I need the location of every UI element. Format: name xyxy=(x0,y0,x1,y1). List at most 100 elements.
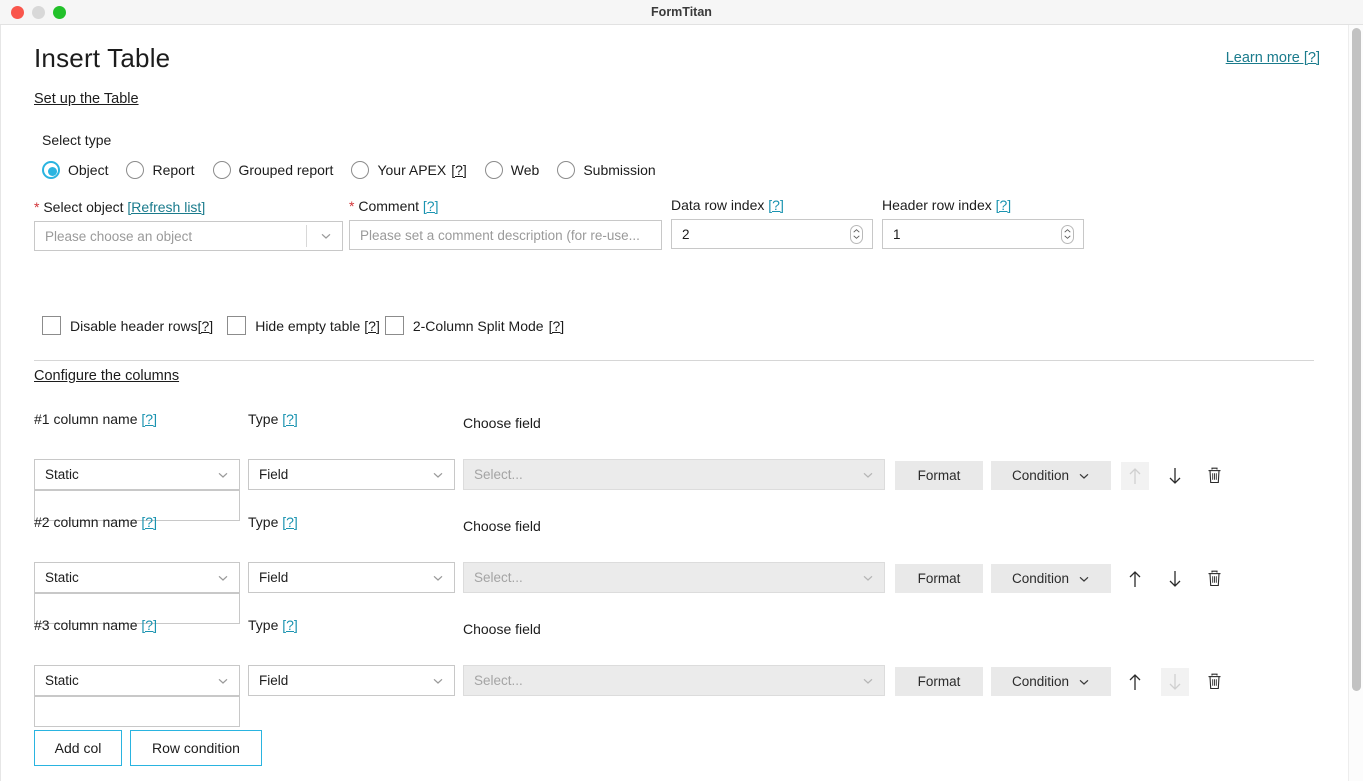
column-3-format-button[interactable]: Format xyxy=(895,667,983,696)
chevron-down-icon xyxy=(862,469,874,481)
column-2-condition-button[interactable]: Condition xyxy=(991,564,1111,593)
help-icon-data-row-index[interactable]: [?] xyxy=(768,197,784,213)
column-2-field-placeholder: Select... xyxy=(474,570,523,585)
window-title: FormTitan xyxy=(651,5,712,19)
radio-option-report[interactable]: Report xyxy=(126,161,195,179)
column-3-field-dropdown[interactable]: Select... xyxy=(463,665,885,696)
help-icon-column-2-type[interactable]: [?] xyxy=(282,514,298,530)
header-row-index-input[interactable]: 1 xyxy=(882,219,1084,249)
checkbox-disable-header-rows[interactable]: Disable header rows [?] xyxy=(42,316,213,335)
column-1-field-dropdown[interactable]: Select... xyxy=(463,459,885,490)
checkbox-label-two-column-split-mode: 2-Column Split Mode xyxy=(412,317,544,334)
comment-input[interactable]: Please set a comment description (for re… xyxy=(349,220,662,250)
column-2-move-down-button[interactable] xyxy=(1161,565,1189,593)
checkbox-hide-empty-table[interactable]: Hide empty table [?] xyxy=(227,316,380,335)
checkbox-two-column-split-mode[interactable]: 2-Column Split Mode [?] xyxy=(384,316,565,335)
radio-icon-grouped-report xyxy=(212,161,231,179)
learn-more-link[interactable]: Learn more [?] xyxy=(1226,50,1320,66)
chevron-down-icon xyxy=(217,572,229,584)
column-3-name-input[interactable] xyxy=(34,696,240,727)
select-object-label-text: Select object xyxy=(43,199,124,215)
column-1-delete-button[interactable] xyxy=(1200,462,1228,490)
column-3-move-down-button xyxy=(1161,668,1189,696)
data-row-index-value: 2 xyxy=(682,226,690,242)
column-1-type-dropdown[interactable]: Field xyxy=(248,459,455,490)
column-3-name-label-text: #3 column name xyxy=(34,617,138,633)
column-1-move-down-button[interactable] xyxy=(1161,462,1189,490)
column-1-choose-field-label: Choose field xyxy=(463,415,541,431)
help-icon-column-3-name[interactable]: [?] xyxy=(141,617,157,633)
data-row-index-input[interactable]: 2 xyxy=(671,219,873,249)
column-2-field-dropdown[interactable]: Select... xyxy=(463,562,885,593)
column-1-move-up-button xyxy=(1121,462,1149,490)
comment-label: * Comment [?] xyxy=(349,198,439,214)
select-object-dropdown[interactable]: Please choose an object xyxy=(34,221,343,251)
radio-option-object[interactable]: Object xyxy=(42,161,108,179)
column-2-type-dropdown[interactable]: Field xyxy=(248,562,455,593)
row-condition-button[interactable]: Row condition xyxy=(130,730,262,766)
radio-option-submission[interactable]: Submission xyxy=(557,161,656,179)
column-2-name-label-text: #2 column name xyxy=(34,514,138,530)
checkbox-icon-hide-empty-table xyxy=(227,316,247,335)
column-3-choose-field-label: Choose field xyxy=(463,621,541,637)
chevron-down-icon xyxy=(1078,676,1090,688)
data-row-index-stepper[interactable] xyxy=(850,224,863,244)
radio-label-object: Object xyxy=(68,162,109,178)
add-col-button[interactable]: Add col xyxy=(34,730,122,766)
column-3-condition-button[interactable]: Condition xyxy=(991,667,1111,696)
chevron-down-icon xyxy=(217,675,229,687)
radio-icon-your-apex xyxy=(351,161,370,179)
help-icon-hide-empty-table[interactable]: [?] xyxy=(364,318,380,334)
vertical-scrollbar[interactable] xyxy=(1348,25,1363,781)
help-icon-two-column-split-mode[interactable]: [?] xyxy=(549,318,565,334)
column-3-type-label: Type [?] xyxy=(248,617,298,633)
help-icon-your-apex[interactable]: [?] xyxy=(451,162,467,178)
column-2-name-label: #2 column name [?] xyxy=(34,514,157,530)
column-3-source-dropdown[interactable]: Static xyxy=(34,665,240,696)
column-2-move-up-button[interactable] xyxy=(1121,565,1149,593)
column-2-source-dropdown[interactable]: Static xyxy=(34,562,240,593)
radio-option-your-apex[interactable]: Your APEX [?] xyxy=(351,161,467,179)
help-icon-column-1-type[interactable]: [?] xyxy=(282,411,298,427)
radio-label-grouped-report: Grouped report xyxy=(238,162,334,178)
refresh-list-link[interactable]: [Refresh list] xyxy=(127,199,205,215)
radio-icon-report xyxy=(126,161,145,179)
help-icon-disable-header-rows[interactable]: [?] xyxy=(198,318,214,334)
column-3-move-up-button[interactable] xyxy=(1121,668,1149,696)
chevron-down-icon xyxy=(432,469,444,481)
setup-section-heading[interactable]: Set up the Table xyxy=(34,91,139,107)
table-options-checkbox-group: Disable header rows [?] Hide empty table… xyxy=(42,316,564,335)
radio-icon-submission xyxy=(557,161,576,179)
radio-label-web: Web xyxy=(510,162,540,178)
chevron-down-icon xyxy=(1078,573,1090,585)
column-3-delete-button[interactable] xyxy=(1200,668,1228,696)
comment-label-text: Comment xyxy=(358,198,420,214)
column-1-condition-button[interactable]: Condition xyxy=(991,461,1111,490)
data-row-index-label-text: Data row index xyxy=(671,197,765,213)
help-icon-comment[interactable]: [?] xyxy=(423,198,439,214)
column-2-type-label-text: Type xyxy=(248,514,279,530)
help-icon-column-1-name[interactable]: [?] xyxy=(141,411,157,427)
column-3-type-dropdown[interactable]: Field xyxy=(248,665,455,696)
column-2-delete-button[interactable] xyxy=(1200,565,1228,593)
radio-option-web[interactable]: Web xyxy=(484,161,540,179)
dropdown-separator xyxy=(306,225,307,247)
header-row-index-label-text: Header row index xyxy=(882,197,992,213)
header-row-index-stepper[interactable] xyxy=(1061,224,1074,244)
column-1-source-dropdown[interactable]: Static xyxy=(34,459,240,490)
help-icon-column-3-type[interactable]: [?] xyxy=(282,617,298,633)
column-2-type-label: Type [?] xyxy=(248,514,298,530)
chevron-down-icon xyxy=(217,469,229,481)
scrollbar-thumb[interactable] xyxy=(1352,28,1361,691)
help-icon-column-2-name[interactable]: [?] xyxy=(141,514,157,530)
chevron-down-icon xyxy=(432,572,444,584)
radio-option-grouped-report[interactable]: Grouped report xyxy=(212,161,334,179)
dialog-body: Insert Table Learn more [?] Set up the T… xyxy=(0,25,1363,781)
column-2-format-button[interactable]: Format xyxy=(895,564,983,593)
column-1-type-label-text: Type xyxy=(248,411,279,427)
help-icon-header-row-index[interactable]: [?] xyxy=(996,197,1012,213)
column-1-format-button[interactable]: Format xyxy=(895,461,983,490)
data-row-index-label: Data row index [?] xyxy=(671,197,784,213)
columns-section-heading[interactable]: Configure the columns xyxy=(34,368,179,384)
column-3-type-label-text: Type xyxy=(248,617,279,633)
